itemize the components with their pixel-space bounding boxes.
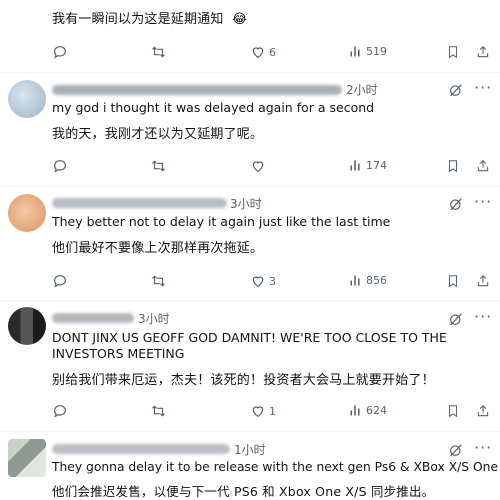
laughing-emoji: 😂 [231, 12, 248, 27]
share-button[interactable] [476, 158, 490, 174]
grok-icon[interactable] [448, 311, 464, 331]
share-icon [477, 405, 489, 417]
reply-text: They better not to delay it again just l… [52, 214, 391, 229]
views-icon [350, 160, 360, 171]
views-count: 519 [366, 45, 387, 58]
blurred-username [52, 444, 230, 454]
grok-icon[interactable] [448, 442, 464, 462]
avatar[interactable] [8, 80, 46, 118]
divider [0, 72, 500, 73]
retweet-button[interactable] [150, 44, 170, 60]
blurred-username [52, 85, 342, 95]
like-count: 1 [269, 404, 276, 418]
avatar[interactable] [8, 439, 46, 477]
reply-translation: 他们最好不要像上次那样再次拖延。 [52, 241, 264, 256]
reply-text: INVESTORS MEETING [52, 346, 185, 361]
more-icon[interactable]: ··· [474, 78, 492, 97]
translation-text: 我有一瞬间以为这是延期通知 [52, 12, 224, 27]
divider [0, 186, 500, 187]
views-icon [350, 405, 360, 416]
retweet-icon [152, 275, 165, 287]
more-icon[interactable]: ··· [474, 192, 492, 211]
share-button[interactable] [476, 44, 490, 60]
reply-icon [54, 405, 66, 418]
like-icon [252, 47, 264, 59]
bookmark-icon [448, 160, 458, 173]
reply-text: my god i thought it was delayed again fo… [52, 100, 375, 115]
like-icon [252, 276, 264, 288]
views-icon [350, 46, 360, 57]
blurred-username [52, 313, 134, 323]
reply-text: DONT JINX US GEOFF GOD DAMNIT! WE'RE TOO… [52, 330, 447, 345]
share-button[interactable] [476, 403, 490, 419]
reply-translation: 别给我们带来厄运，杰夫！该死的！投资者大会马上就要开始了！ [52, 373, 435, 388]
post-translation: 我有一瞬间以为这是延期通知 😂 [52, 8, 247, 27]
more-icon[interactable]: ··· [474, 438, 492, 457]
reply-translation: 他们会推迟发售，以便与下一代 PS6 和 Xbox One X/S 同步推出。 [52, 484, 435, 499]
retweet-icon [152, 160, 165, 172]
timestamp[interactable]: 2小时 [346, 81, 378, 98]
views-count: 624 [366, 404, 387, 417]
more-icon[interactable]: ··· [474, 307, 492, 326]
grok-icon[interactable] [448, 82, 464, 102]
retweet-button[interactable] [150, 403, 167, 419]
views-button[interactable]: 519 [348, 44, 387, 59]
share-icon [477, 160, 489, 172]
views-button[interactable]: 856 [348, 273, 387, 288]
views-count: 856 [366, 274, 387, 287]
avatar[interactable] [8, 307, 46, 345]
reply-icon [54, 160, 66, 173]
like-button[interactable] [250, 158, 266, 174]
bookmark-button[interactable] [446, 403, 460, 419]
views-count: 174 [366, 159, 387, 172]
share-icon [477, 275, 489, 287]
blurred-username [52, 198, 227, 208]
views-button[interactable]: 174 [348, 158, 387, 173]
divider [0, 300, 500, 301]
reply-translation: 我的天，我刚才还以为又延期了呢。 [52, 127, 264, 142]
views-button[interactable]: 624 [348, 403, 387, 418]
reply-icon [54, 275, 66, 288]
like-button[interactable]: 3 [250, 273, 276, 289]
bookmark-button[interactable] [446, 44, 460, 60]
like-button[interactable]: 1 [250, 403, 276, 419]
timestamp[interactable]: 1小时 [234, 441, 266, 458]
bookmark-button[interactable] [446, 158, 460, 174]
like-count: 6 [269, 45, 276, 59]
reply-button[interactable] [52, 158, 68, 174]
like-button[interactable]: 6 [250, 44, 276, 60]
divider [0, 431, 500, 432]
retweet-icon [152, 46, 165, 58]
timestamp[interactable]: 3小时 [138, 310, 170, 327]
retweet-button[interactable] [150, 158, 167, 174]
like-icon [252, 406, 264, 418]
retweet-icon [152, 405, 165, 417]
share-icon [477, 46, 489, 58]
reply-button[interactable] [52, 403, 68, 419]
bookmark-button[interactable] [446, 273, 460, 289]
like-icon [252, 161, 264, 173]
grok-icon[interactable] [448, 196, 464, 216]
reply-text: They gonna delay it to be release with t… [52, 460, 499, 474]
reply-button[interactable] [52, 44, 71, 60]
bookmark-icon [448, 405, 458, 418]
reply-button[interactable] [52, 273, 68, 289]
bookmark-icon [448, 275, 458, 288]
bookmark-icon [448, 46, 458, 59]
like-count: 3 [269, 274, 276, 288]
timestamp[interactable]: 3小时 [230, 195, 262, 212]
reply-icon [54, 46, 66, 59]
views-icon [350, 275, 360, 286]
avatar[interactable] [8, 194, 46, 232]
retweet-button[interactable] [150, 273, 167, 289]
share-button[interactable] [476, 273, 490, 289]
